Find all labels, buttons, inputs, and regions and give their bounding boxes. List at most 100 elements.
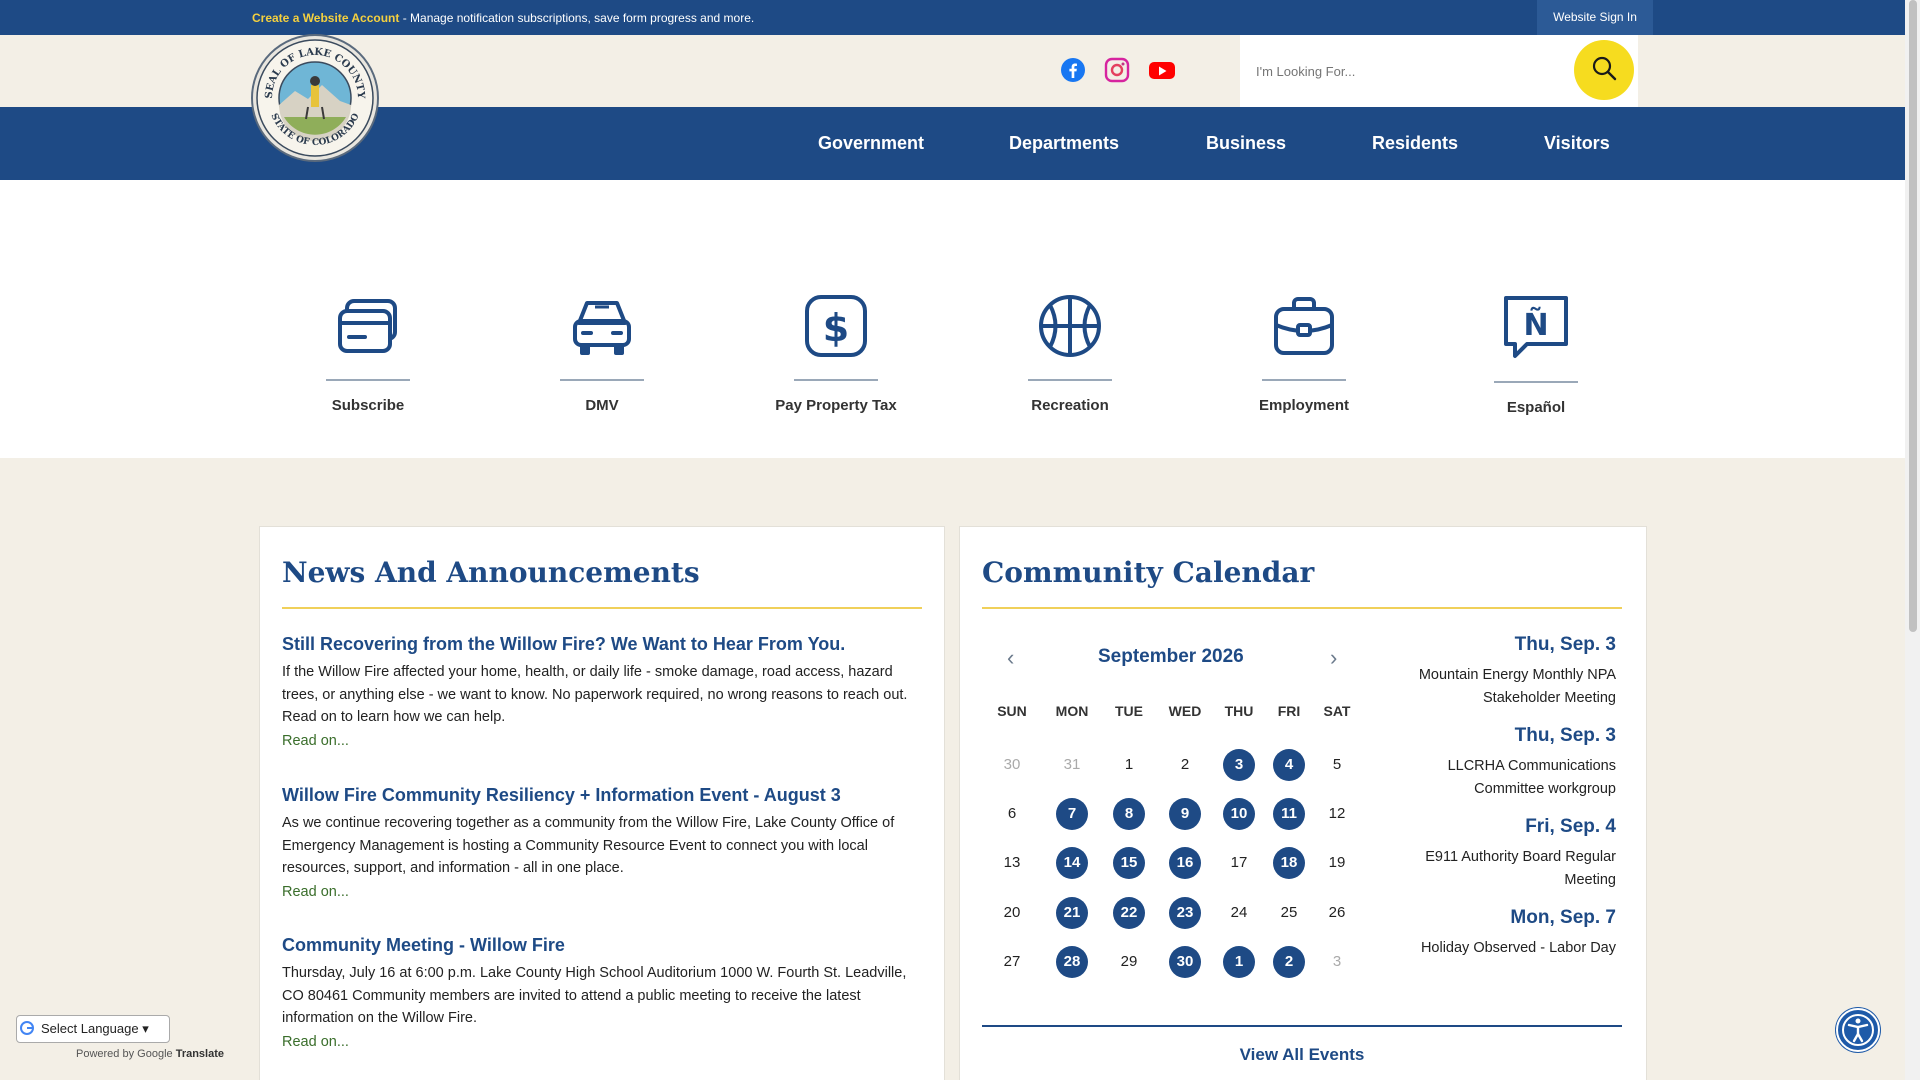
accessibility-icon (1838, 1014, 1878, 1054)
create-account-description: - Manage notification subscriptions, sav… (399, 11, 755, 25)
calendar-day: 1 (1124, 756, 1134, 773)
calendar-day-with-event[interactable]: 11 (1273, 798, 1305, 830)
news-item-title[interactable]: Willow Fire Community Resiliency + Infor… (282, 785, 922, 806)
google-translate-attribution: Powered by Google Translate (76, 1048, 224, 1060)
quick-link-espanol[interactable]: Ñ Español (1436, 295, 1636, 416)
quick-link-divider (1262, 379, 1346, 381)
calendar-day-with-event[interactable]: 15 (1113, 847, 1145, 879)
calendar-day: 29 (1120, 953, 1138, 970)
calendar-day: 3 (1332, 953, 1342, 970)
news-item: Community Meeting - Willow Fire Thursday… (282, 935, 922, 1050)
nav-item-departments[interactable]: Departments (1009, 133, 1119, 154)
search-icon (1591, 55, 1617, 86)
quick-link-divider (1494, 381, 1578, 383)
quick-link-employment[interactable]: Employment (1204, 295, 1404, 414)
calendar-day-with-event[interactable]: 9 (1169, 798, 1201, 830)
county-seal-logo[interactable]: SEAL OF LAKE COUNTY STATE OF COLORADO (250, 33, 380, 163)
instagram-icon[interactable] (1104, 57, 1130, 83)
quick-link-label: Español (1506, 399, 1566, 416)
next-month-button[interactable]: › (1330, 645, 1337, 671)
read-on-link[interactable]: Read on... (282, 884, 922, 900)
language-select[interactable]: Select Language ▾ (16, 1015, 170, 1043)
calendar-day-with-event[interactable]: 30 (1169, 946, 1201, 978)
news-item-title[interactable]: Still Recovering from the Willow Fire? W… (282, 634, 922, 655)
google-brand-text: Google (137, 1048, 173, 1060)
calendar-day: 6 (1007, 805, 1017, 822)
scrollbar-thumb[interactable] (1909, 0, 1917, 632)
calendar-day-with-event[interactable]: 4 (1273, 749, 1305, 781)
calendar-day: 26 (1328, 904, 1346, 921)
create-account-link[interactable]: Create a Website Account (252, 11, 399, 25)
calendar-day-with-event[interactable]: 7 (1056, 798, 1088, 830)
calendar-day-with-event[interactable]: 16 (1169, 847, 1201, 879)
quick-link-subscribe[interactable]: Subscribe (268, 295, 468, 414)
news-item-summary: If the Willow Fire affected your home, h… (282, 664, 908, 725)
calendar-day-with-event[interactable]: 2 (1273, 946, 1305, 978)
facebook-icon[interactable] (1060, 57, 1086, 83)
calendar-day: 2 (1180, 756, 1190, 773)
quick-link-pay-property-tax[interactable]: $ Pay Property Tax (736, 295, 936, 414)
page-scrollbar[interactable] (1905, 0, 1920, 1080)
car-icon (502, 295, 702, 359)
language-select-label: Select Language (41, 1021, 139, 1036)
weekday-header: SUN (997, 703, 1027, 719)
calendar-day-with-event[interactable]: 23 (1169, 897, 1201, 929)
news-card: News And Announcements Still Recovering … (259, 526, 945, 1080)
calendar-day: 17 (1230, 854, 1248, 871)
event-list: Thu, Sep. 3 Mountain Energy Monthly NPA … (1386, 634, 1616, 960)
event-item[interactable]: Mon, Sep. 7 Holiday Observed - Labor Day (1386, 907, 1616, 960)
translate-text[interactable]: Translate (176, 1048, 224, 1060)
news-item: Willow Fire Community Resiliency + Infor… (282, 785, 922, 900)
weekday-header: FRI (1277, 703, 1301, 719)
event-date: Thu, Sep. 3 (1514, 725, 1616, 746)
weekday-header: WED (1168, 703, 1202, 719)
calendar-day: 25 (1280, 904, 1298, 921)
search-button[interactable] (1574, 40, 1634, 100)
read-on-link[interactable]: Read on... (282, 1034, 922, 1050)
calendar-day-with-event[interactable]: 28 (1056, 946, 1088, 978)
website-sign-in-button[interactable]: Website Sign In (1537, 0, 1653, 35)
view-all-events-link[interactable]: View All Events (982, 1025, 1622, 1065)
calendar-day-with-event[interactable]: 14 (1056, 847, 1088, 879)
dollar-icon: $ (736, 295, 936, 359)
account-message: Create a Website Account - Manage notifi… (252, 11, 754, 25)
event-name: Mountain Energy Monthly NPA Stakeholder … (1418, 667, 1616, 706)
quick-link-recreation[interactable]: Recreation (970, 295, 1170, 414)
chevron-down-icon: ▾ (142, 1021, 149, 1036)
search-input[interactable] (1256, 59, 1556, 83)
calendar-day-with-event[interactable]: 18 (1273, 847, 1305, 879)
event-item[interactable]: Thu, Sep. 3 Mountain Energy Monthly NPA … (1386, 634, 1616, 709)
calendar-day-with-event[interactable]: 21 (1056, 897, 1088, 929)
calendar-day: 27 (1003, 953, 1021, 970)
calendar-day-with-event[interactable]: 22 (1113, 897, 1145, 929)
weekday-header: THU (1224, 703, 1254, 719)
calendar-day: 5 (1332, 756, 1342, 773)
calendar-day: 19 (1328, 854, 1346, 871)
calendar-day-with-event[interactable]: 8 (1113, 798, 1145, 830)
quick-link-label: Pay Property Tax (775, 397, 897, 414)
calendar-day: 12 (1328, 805, 1346, 822)
briefcase-icon (1204, 295, 1404, 359)
quick-links-band: Subscribe DMV $ Pay Property Tax Recreat… (0, 180, 1905, 458)
event-item[interactable]: Thu, Sep. 3 LLCRHA Communications Commit… (1386, 725, 1616, 800)
svg-text:Ñ: Ñ (1523, 306, 1548, 343)
quick-link-dmv[interactable]: DMV (502, 295, 702, 414)
news-item-title[interactable]: Community Meeting - Willow Fire (282, 935, 922, 956)
youtube-icon[interactable] (1148, 57, 1176, 83)
nav-item-government[interactable]: Government (818, 133, 924, 154)
event-item[interactable]: Fri, Sep. 4 E911 Authority Board Regular… (1386, 816, 1616, 891)
nav-item-business[interactable]: Business (1206, 133, 1286, 154)
nav-item-residents[interactable]: Residents (1372, 133, 1458, 154)
read-on-link[interactable]: Read on... (282, 733, 922, 749)
calendar-day-with-event[interactable]: 3 (1223, 749, 1255, 781)
calendar-day-with-event[interactable]: 1 (1223, 946, 1255, 978)
quick-link-divider (560, 379, 644, 381)
nav-item-visitors[interactable]: Visitors (1544, 133, 1610, 154)
prev-month-button[interactable]: ‹ (1007, 645, 1014, 671)
spanish-speech-icon: Ñ (1436, 295, 1636, 361)
calendar-day-with-event[interactable]: 10 (1223, 798, 1255, 830)
accessibility-button[interactable] (1836, 1008, 1880, 1052)
quick-link-label: Recreation (1031, 397, 1109, 414)
quick-link-label: Employment (1258, 397, 1349, 414)
credit-card-icon (268, 295, 468, 359)
